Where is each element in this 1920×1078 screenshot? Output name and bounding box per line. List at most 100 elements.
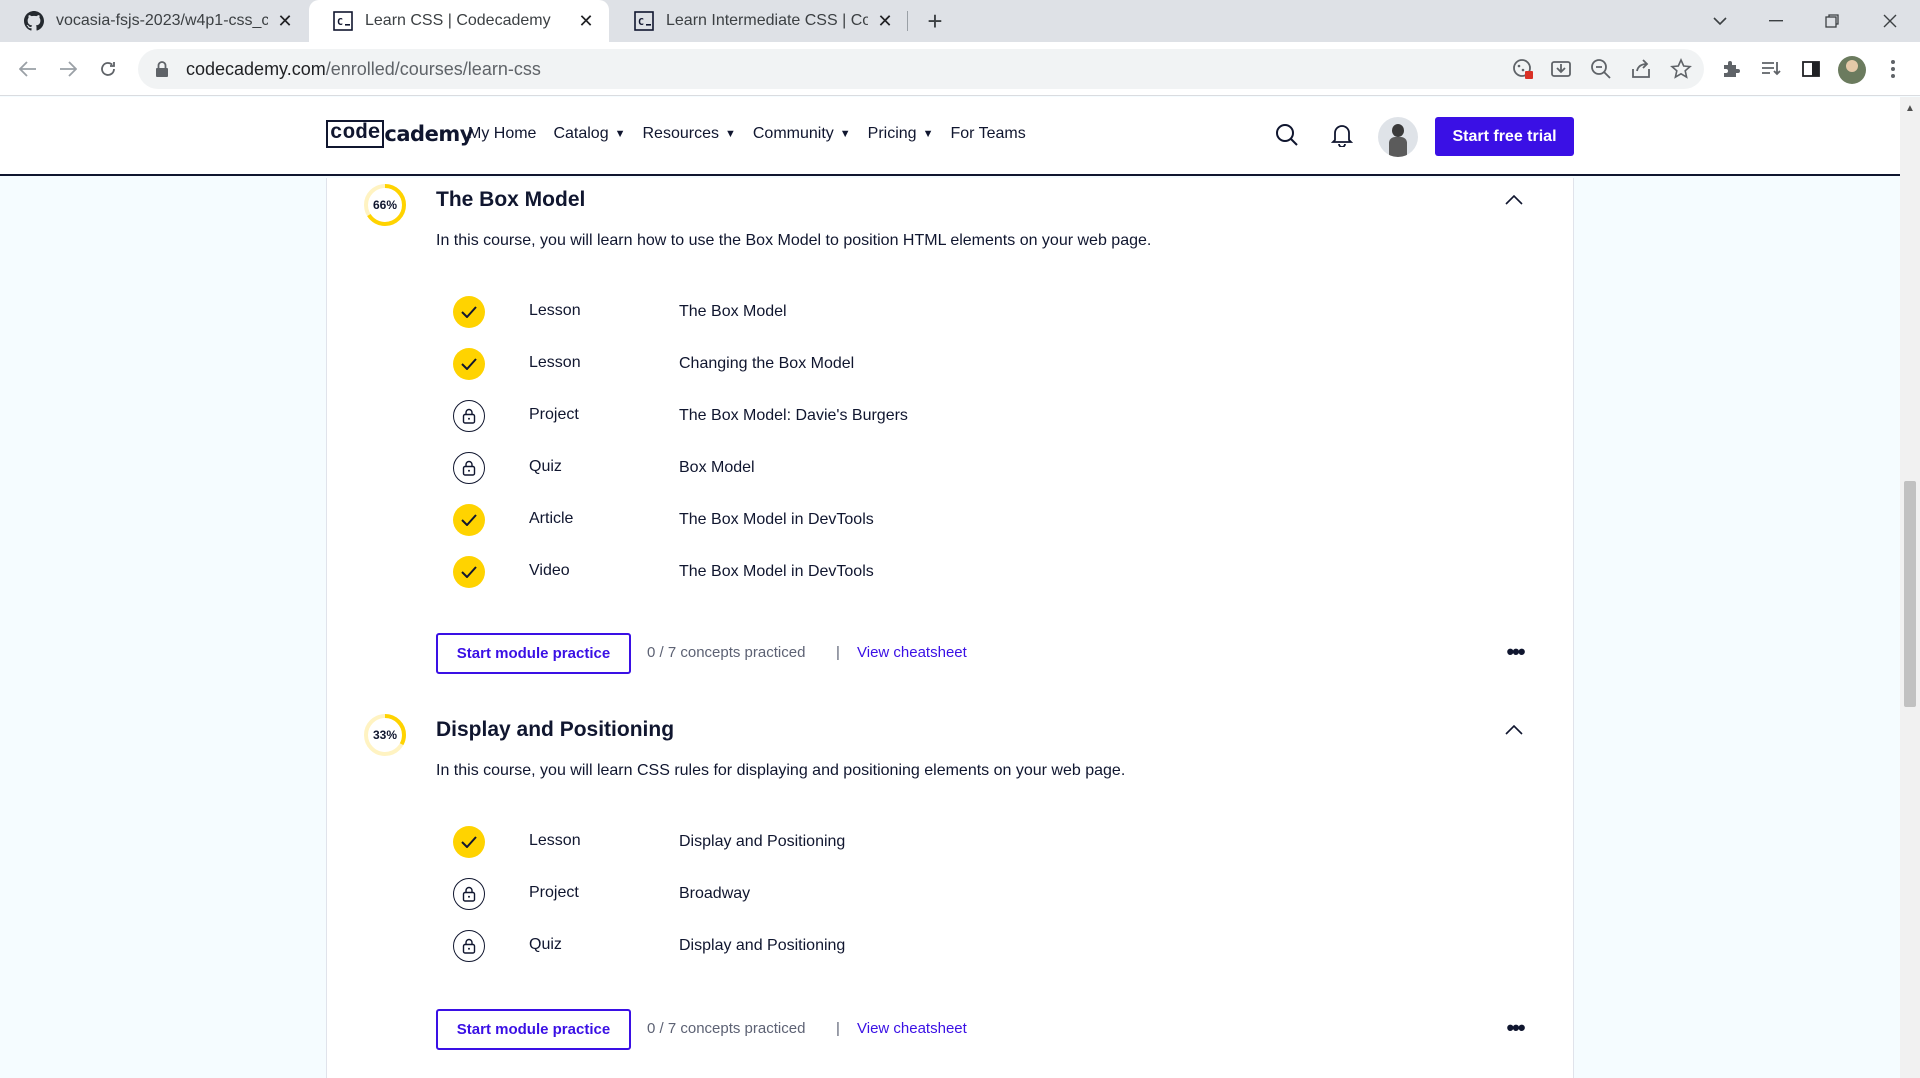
scroll-up-arrow-icon[interactable]: ▲ [1905, 103, 1915, 114]
item-type: Project [529, 406, 579, 423]
collapse-chevron-icon[interactable] [1501, 187, 1527, 213]
progress-percent: 33% [372, 728, 398, 742]
user-avatar[interactable] [1378, 117, 1418, 157]
list-item[interactable]: Project The Box Model: Davie's Burgers [453, 400, 1353, 434]
list-item[interactable]: Quiz Display and Positioning [453, 930, 1353, 964]
list-item[interactable]: Article The Box Model in DevTools [453, 504, 1353, 538]
view-cheatsheet-link[interactable]: View cheatsheet [857, 1020, 967, 1037]
tab-title: vocasia-fsjs-2023/w4p1-css_code [56, 12, 268, 29]
progress-ring: 66% [363, 183, 407, 227]
nav-my-home[interactable]: My Home [468, 125, 536, 143]
notification-bell-icon[interactable] [1326, 119, 1358, 151]
logo-text: cademy [384, 122, 473, 146]
item-name: The Box Model [679, 303, 787, 320]
codecademy-logo[interactable]: code cademy [326, 119, 473, 149]
reload-icon[interactable] [92, 53, 124, 85]
site-header: code cademy My Home Catalog ▼ Resources ▼ C… [0, 97, 1900, 176]
nav-catalog[interactable]: Catalog ▼ [553, 125, 625, 143]
minimize-button[interactable] [1748, 0, 1804, 42]
item-type: Lesson [529, 302, 581, 319]
item-name: The Box Model in DevTools [679, 563, 874, 580]
item-type: Video [529, 562, 570, 579]
caret-down-icon: ▼ [839, 128, 851, 140]
module-title: The Box Model [436, 188, 586, 211]
nav-community[interactable]: Community ▼ [753, 125, 851, 143]
item-name: Changing the Box Model [679, 355, 855, 372]
nav-pricing[interactable]: Pricing ▼ [868, 125, 934, 143]
list-item[interactable]: Lesson Display and Positioning [453, 826, 1353, 860]
address-bar[interactable]: codecademy.com/enrolled/courses/learn-cs… [138, 49, 1704, 89]
item-type: Quiz [529, 936, 562, 953]
extensions-puzzle-icon[interactable] [1718, 56, 1744, 82]
nav-resources[interactable]: Resources ▼ [643, 125, 736, 143]
new-tab-button[interactable]: + [920, 6, 950, 36]
main-nav: My Home Catalog ▼ Resources ▼ Community ▼ P… [468, 125, 1043, 143]
caret-down-icon: ▼ [614, 128, 626, 140]
concepts-practiced-text: 0 / 7 concepts practiced [647, 644, 806, 661]
svg-text:C: C [638, 17, 644, 28]
close-tab-icon[interactable]: ✕ [575, 10, 597, 32]
github-icon [24, 11, 44, 31]
browser-tab-intermediate-css[interactable]: C Learn Intermediate CSS | Codecademy ✕ [610, 0, 908, 42]
caret-down-icon: ▼ [922, 128, 934, 140]
item-type: Lesson [529, 832, 581, 849]
reading-list-icon[interactable] [1758, 56, 1784, 82]
page-scrollbar[interactable]: ▲ [1900, 97, 1920, 1078]
browser-toolbar: codecademy.com/enrolled/courses/learn-cs… [0, 42, 1920, 96]
item-name: Box Model [679, 459, 755, 476]
course-content: 66% The Box Model In this course, you wi… [326, 178, 1574, 1078]
view-cheatsheet-link[interactable]: View cheatsheet [857, 644, 967, 661]
forward-arrow-icon[interactable] [52, 53, 84, 85]
collapse-chevron-icon[interactable] [1501, 717, 1527, 743]
more-options-icon[interactable]: ••• [1503, 1015, 1527, 1040]
blocked-cookies-icon[interactable] [1510, 56, 1536, 82]
bookmark-star-icon[interactable] [1668, 56, 1694, 82]
list-item[interactable]: Quiz Box Model [453, 452, 1353, 486]
close-window-button[interactable] [1862, 0, 1918, 42]
restore-button[interactable] [1804, 0, 1860, 42]
browser-profile-avatar[interactable] [1838, 56, 1866, 84]
svg-text:C: C [337, 17, 343, 28]
nav-for-teams[interactable]: For Teams [950, 125, 1025, 143]
list-item[interactable]: Video The Box Model in DevTools [453, 556, 1353, 590]
caret-down-icon: ▼ [724, 128, 736, 140]
item-name: Broadway [679, 885, 751, 902]
list-item[interactable]: Lesson Changing the Box Model [453, 348, 1353, 382]
search-icon[interactable] [1271, 119, 1303, 151]
tab-title: Learn Intermediate CSS | Codecademy [666, 12, 868, 29]
browser-tab-github[interactable]: vocasia-fsjs-2023/w4p1-css_code ✕ [0, 0, 308, 42]
item-type: Project [529, 884, 579, 901]
lock-icon [156, 61, 168, 77]
tab-search-chevron-icon[interactable] [1692, 0, 1748, 42]
start-free-trial-button[interactable]: Start free trial [1435, 117, 1574, 156]
list-item[interactable]: Lesson The Box Model [453, 296, 1353, 330]
start-module-practice-button[interactable]: Start module practice [436, 1009, 631, 1050]
checkmark-icon [453, 504, 485, 536]
start-module-practice-button[interactable]: Start module practice [436, 633, 631, 674]
item-name: Display and Positioning [679, 833, 846, 850]
close-tab-icon[interactable]: ✕ [874, 10, 896, 32]
tab-title: Learn CSS | Codecademy [365, 12, 551, 29]
lock-icon [453, 930, 485, 962]
list-item[interactable]: Project Broadway [453, 878, 1353, 912]
checkmark-icon [453, 826, 485, 858]
zoom-out-icon[interactable] [1588, 56, 1614, 82]
browser-tab-learn-css[interactable]: C Learn CSS | Codecademy ✕ [309, 0, 609, 42]
scrollbar-thumb[interactable] [1904, 481, 1916, 707]
url-path: /enrolled/courses/learn-css [325, 58, 541, 79]
lock-icon [453, 452, 485, 484]
item-name: The Box Model in DevTools [679, 511, 874, 528]
separator: | [836, 644, 840, 661]
close-tab-icon[interactable]: ✕ [274, 10, 296, 32]
more-options-icon[interactable]: ••• [1503, 639, 1527, 664]
share-icon[interactable] [1628, 56, 1654, 82]
concepts-practiced-text: 0 / 7 concepts practiced [647, 1020, 806, 1037]
module-description: In this course, you will learn CSS rules… [436, 762, 1126, 779]
back-arrow-icon[interactable] [12, 53, 44, 85]
side-panel-icon[interactable] [1798, 56, 1824, 82]
browser-menu-icon[interactable] [1880, 56, 1906, 82]
separator: | [836, 1020, 840, 1037]
install-app-icon[interactable] [1548, 56, 1574, 82]
item-type: Article [529, 510, 574, 527]
checkmark-icon [453, 296, 485, 328]
